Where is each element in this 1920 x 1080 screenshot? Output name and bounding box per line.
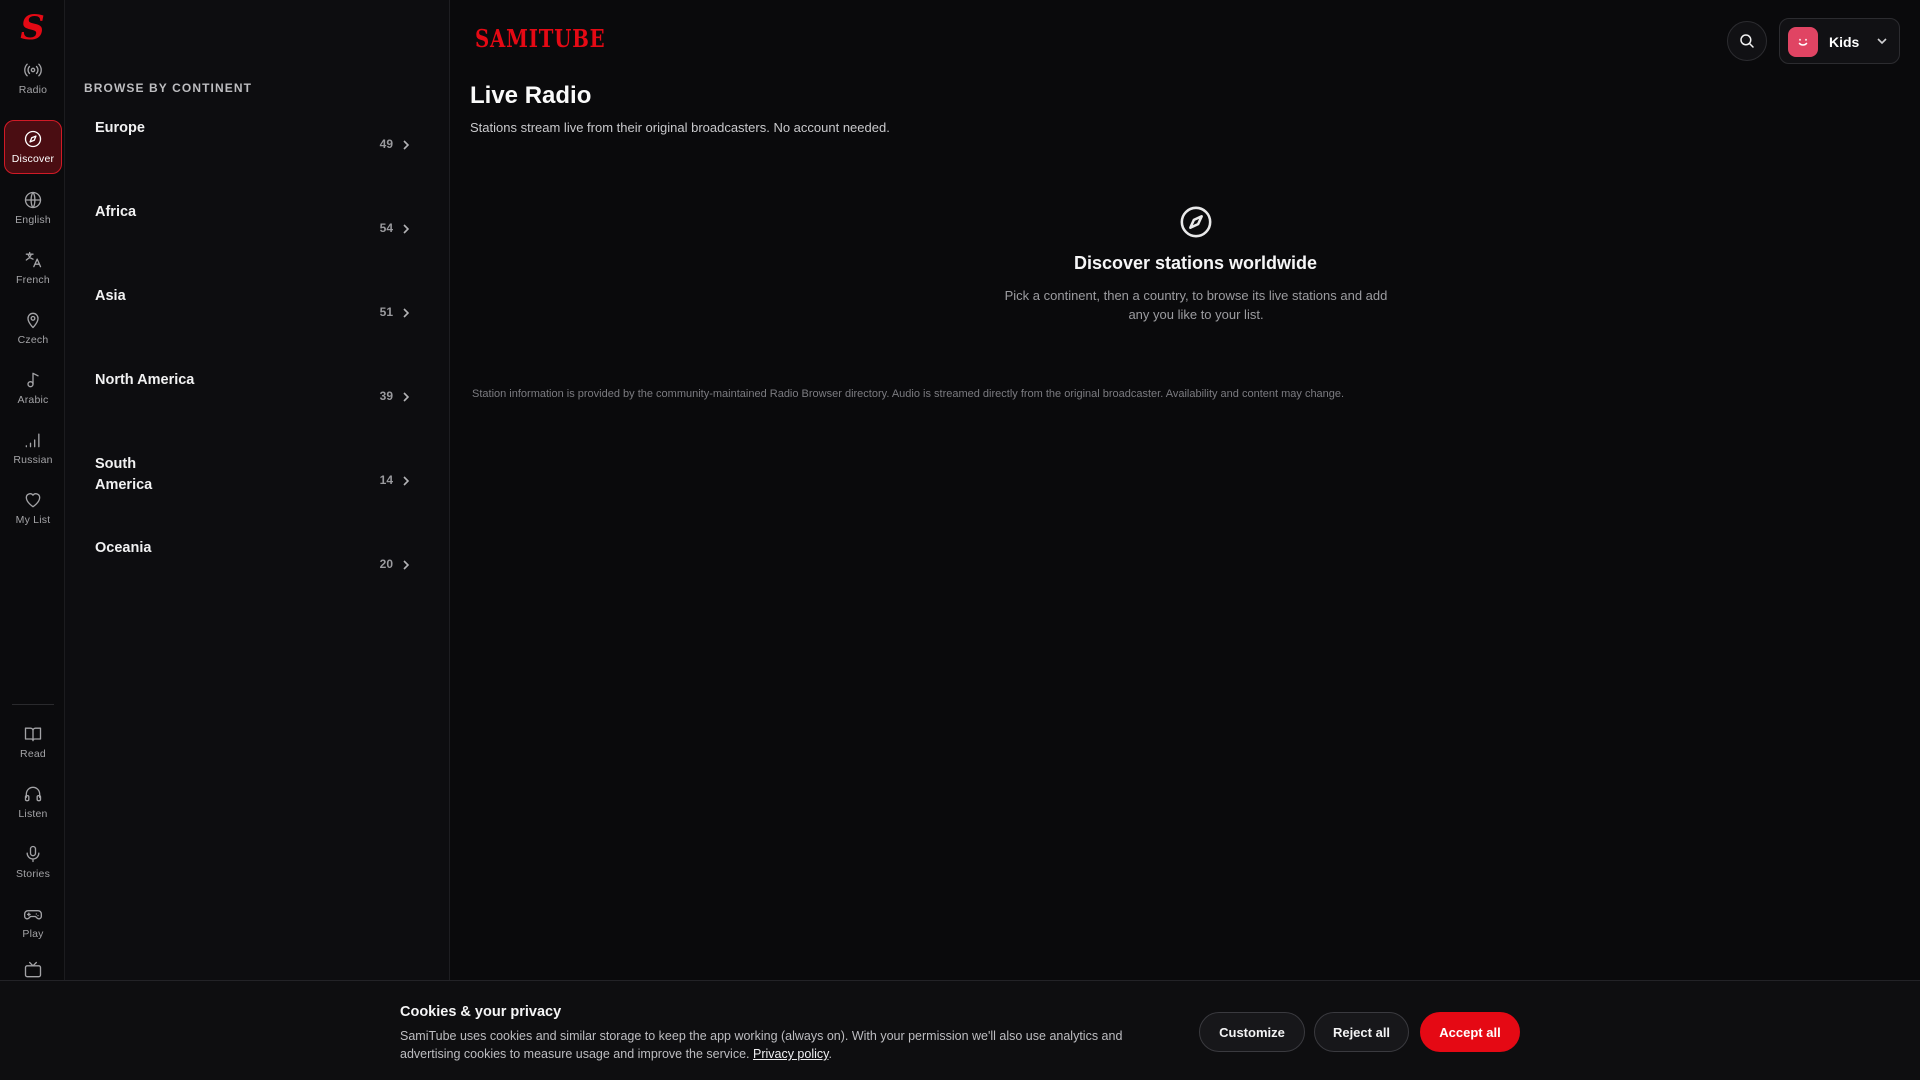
app-logo[interactable]: S: [0, 8, 65, 48]
music-note-icon: [27, 372, 39, 388]
empty-state-title: Discover stations worldwide: [1073, 253, 1318, 273]
rail-item-label: Russian: [13, 454, 53, 466]
signal-bars-icon: [25, 433, 40, 448]
chevron-right-icon: [401, 306, 411, 318]
page-title: Live Radio: [470, 82, 592, 109]
book-icon: [24, 727, 42, 742]
gamepad-icon: [24, 910, 42, 920]
continent-count: 49: [379, 137, 393, 151]
cookie-banner: Cookies & your privacy SamiTube uses coo…: [0, 980, 1920, 1080]
continent-item-oceania[interactable]: Oceania 20: [79, 538, 435, 618]
rail-item-my-list[interactable]: My List: [4, 481, 62, 535]
continent-count: 54: [379, 221, 393, 235]
profile-switcher[interactable]: Kids: [1779, 18, 1900, 64]
chevron-right-icon: [401, 138, 411, 150]
continent-item-south-america[interactable]: South America 14: [79, 454, 435, 534]
rail-item-label: English: [15, 214, 51, 226]
chevron-right-icon: [401, 558, 411, 570]
rail-item-label: Radio: [18, 84, 48, 96]
rail-item-read[interactable]: Read: [4, 715, 62, 769]
smiley-icon: [1798, 38, 1808, 46]
attribution-footnote: Station information is provided by the c…: [472, 388, 1345, 400]
reject-all-button[interactable]: Reject all: [1314, 1012, 1409, 1052]
search-button[interactable]: [1727, 21, 1767, 61]
continent-count: 14: [379, 473, 393, 487]
continent-name: Africa: [95, 204, 137, 220]
compass-icon: [24, 130, 42, 148]
rail-item-discover[interactable]: Discover: [4, 120, 62, 174]
accept-all-button[interactable]: Accept all: [1420, 1012, 1520, 1052]
app-root: S Radio Discover English French Czech Ar…: [0, 0, 1920, 1080]
panel-title: BROWSE BY CONTINENT: [84, 81, 253, 95]
rail-item-listen[interactable]: Listen: [4, 775, 62, 829]
continent-count: 51: [379, 305, 393, 319]
globe-icon: [24, 191, 42, 209]
map-pin-icon: [27, 312, 39, 329]
heart-icon: [25, 493, 41, 508]
rail-item-label: Listen: [18, 808, 48, 820]
continent-name: Asia: [95, 288, 126, 304]
continent-panel: BROWSE BY CONTINENT Europe 49 Africa 54 …: [65, 0, 450, 980]
search-icon: [1740, 34, 1754, 48]
rail-item-czech[interactable]: Czech: [4, 301, 62, 355]
rail-item-label: Read: [20, 748, 46, 760]
compass-icon: [1179, 205, 1213, 239]
radio-broadcast-icon: [24, 63, 42, 77]
left-rail: S Radio Discover English French Czech Ar…: [0, 0, 65, 1080]
rail-item-label: My List: [15, 514, 51, 526]
page-subtitle: Stations stream live from their original…: [470, 120, 890, 135]
rail-item-label: Play: [22, 928, 44, 940]
continent-name: Oceania: [95, 540, 152, 556]
brand-logo[interactable]: SAMITUBE: [475, 24, 605, 53]
continent-count: 20: [379, 557, 393, 571]
rail-item-english[interactable]: English: [4, 181, 62, 235]
rail-divider: [12, 704, 54, 705]
profile-name: Kids: [1829, 34, 1860, 50]
rail-item-french[interactable]: French: [4, 241, 62, 295]
rail-item-stories[interactable]: Stories: [4, 835, 62, 889]
rail-item-label: Czech: [17, 334, 49, 346]
rail-item-label: Stories: [15, 868, 51, 880]
tv-icon: [24, 961, 42, 978]
rail-item-radio[interactable]: Radio: [4, 51, 62, 105]
continent-item-europe[interactable]: Europe 49: [79, 118, 435, 198]
continent-item-asia[interactable]: Asia 51: [79, 286, 435, 366]
continent-name: North America: [95, 372, 195, 388]
privacy-policy-link[interactable]: Privacy policy: [753, 1047, 828, 1061]
chevron-right-icon: [401, 390, 411, 402]
chevron-right-icon: [401, 222, 411, 234]
continent-name: Europe: [95, 120, 145, 136]
translate-icon: [25, 251, 42, 268]
chevron-right-icon: [401, 474, 411, 486]
main-content: SAMITUBE Live Radio Stations stream live…: [451, 0, 1920, 980]
rail-item-label: Discover: [11, 153, 55, 165]
rail-item-label: Arabic: [17, 394, 49, 406]
cookie-description: SamiTube uses cookies and similar storag…: [400, 1029, 1123, 1061]
rail-item-label: French: [16, 274, 50, 286]
continent-count: 39: [379, 389, 393, 403]
chevron-down-icon: [1876, 34, 1888, 46]
rail-item-play[interactable]: Play: [4, 895, 62, 949]
headphones-icon: [24, 786, 42, 802]
microphone-icon: [26, 845, 40, 863]
continent-name: South America: [95, 456, 153, 493]
avatar: [1788, 27, 1818, 57]
empty-state-description: Pick a continent, then a country, to bro…: [1004, 288, 1388, 322]
rail-item-russian[interactable]: Russian: [4, 421, 62, 475]
customize-button[interactable]: Customize: [1199, 1012, 1305, 1052]
rail-item-arabic[interactable]: Arabic: [4, 361, 62, 415]
cookie-title: Cookies & your privacy: [400, 1004, 562, 1020]
continent-item-africa[interactable]: Africa 54: [79, 202, 435, 282]
continent-item-north-america[interactable]: North America 39: [79, 370, 435, 450]
